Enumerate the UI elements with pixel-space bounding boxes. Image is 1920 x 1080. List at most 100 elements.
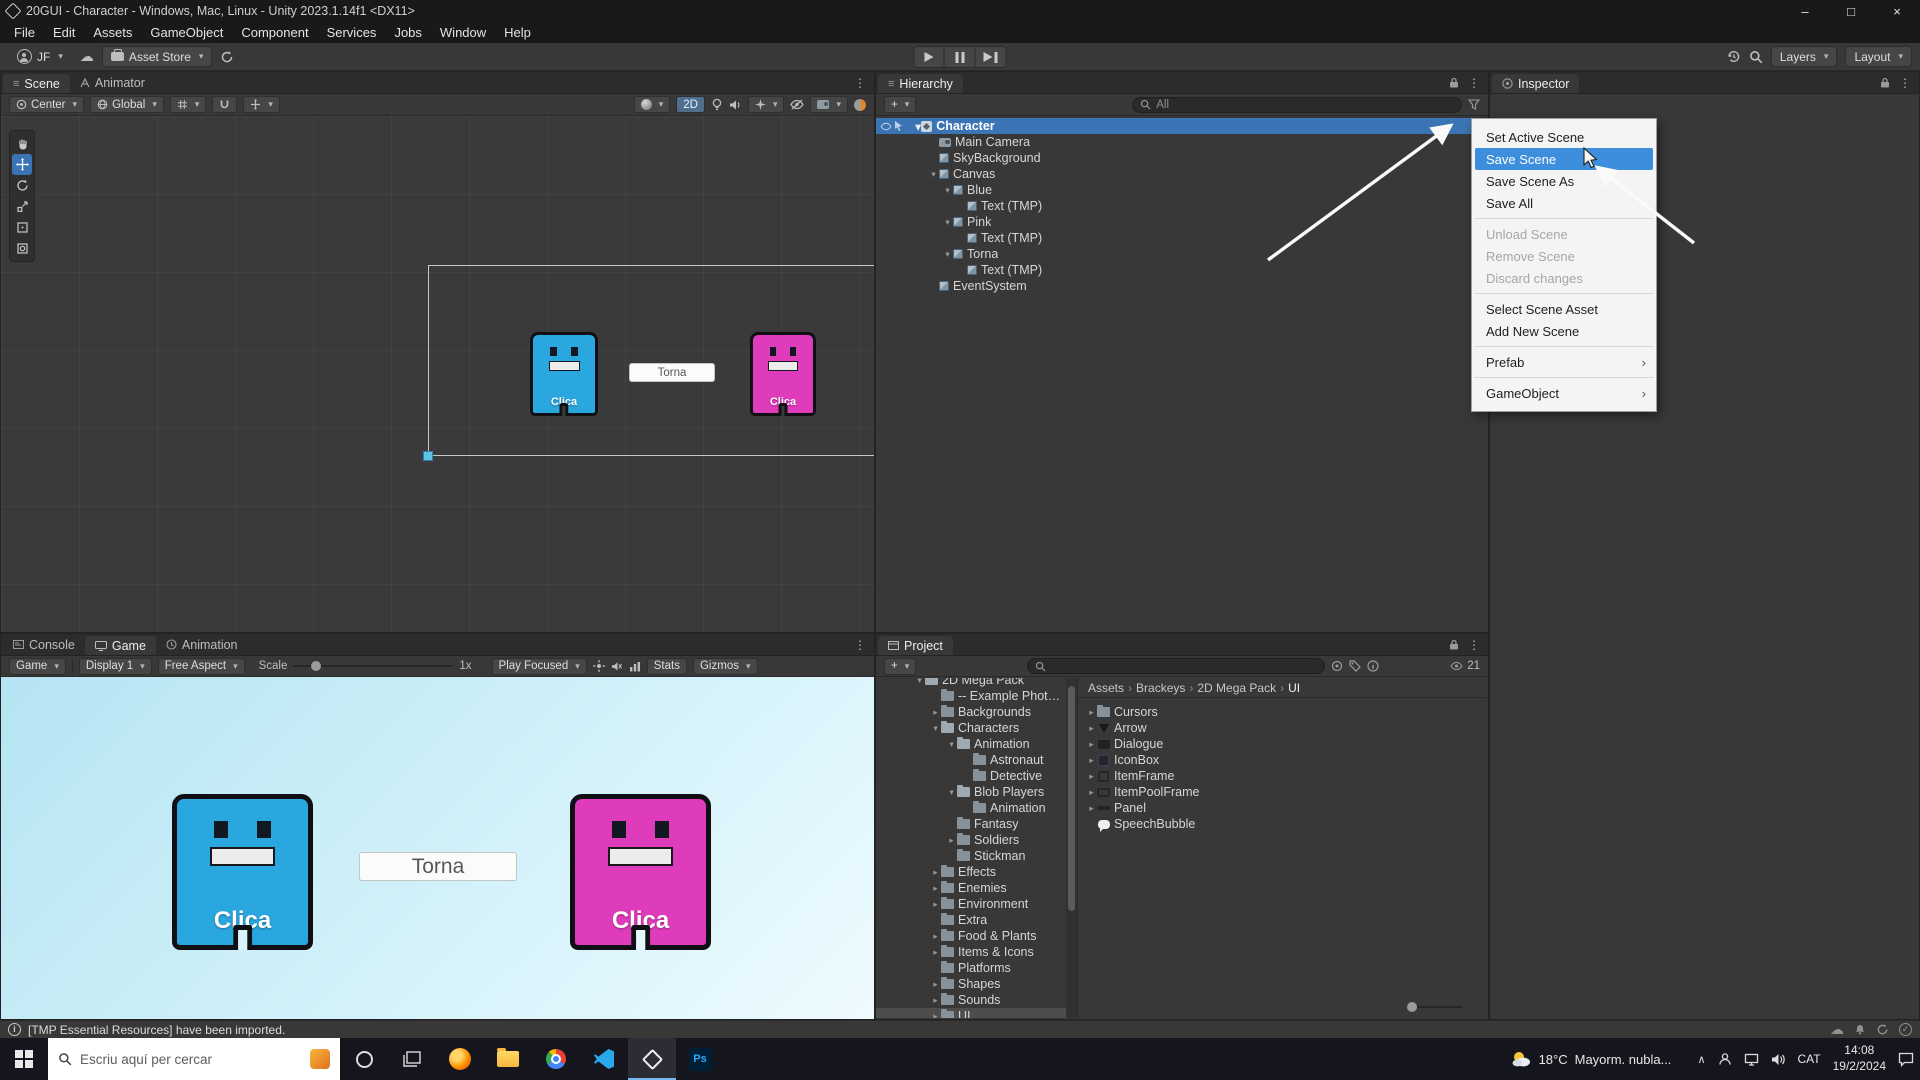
asset-iconbox[interactable]: ▸IconBox	[1086, 752, 1487, 768]
hierarchy-item-pink[interactable]: ▾Pink	[876, 214, 1488, 230]
play-button[interactable]	[914, 46, 945, 68]
menu-item-set-active-scene[interactable]: Set Active Scene	[1472, 126, 1656, 148]
asset-speechbubble[interactable]: SpeechBubble	[1086, 816, 1487, 832]
hierarchy-item-eventsystem[interactable]: EventSystem	[876, 278, 1488, 294]
search-filter-icon[interactable]	[1468, 99, 1480, 110]
tree-scrollbar[interactable]	[1066, 678, 1077, 1018]
folder-characters[interactable]: ▾Characters	[876, 720, 1066, 736]
task-view-button[interactable]	[388, 1038, 436, 1080]
search-highlight-icon[interactable]	[310, 1049, 330, 1069]
menu-item-save-scene-as[interactable]: Save Scene As	[1472, 170, 1656, 192]
search-by-label-icon[interactable]	[1349, 660, 1361, 672]
tool-handle-rotation-dropdown[interactable]: Global	[90, 96, 164, 113]
menu-item-prefab[interactable]: Prefab›	[1472, 351, 1656, 373]
folder-animation[interactable]: ▾Animation	[876, 736, 1066, 752]
gizmos-toggle-icon[interactable]	[854, 99, 866, 111]
folder-astronaut[interactable]: Astronaut	[876, 752, 1066, 768]
scene-header-row[interactable]: ▾ Character	[876, 118, 1488, 134]
menu-jobs[interactable]: Jobs	[385, 22, 430, 43]
search-by-type-icon[interactable]	[1331, 660, 1343, 672]
scale-slider[interactable]	[293, 665, 453, 667]
menu-assets[interactable]: Assets	[84, 22, 141, 43]
folder-stickman[interactable]: Stickman	[876, 848, 1066, 864]
tree-scrollbar-thumb[interactable]	[1068, 686, 1075, 911]
hierarchy-item-skybackground[interactable]: SkyBackground	[876, 150, 1488, 166]
asset-cursors[interactable]: ▸Cursors	[1086, 704, 1487, 720]
folder-2d-mega-pack[interactable]: ▾2D Mega Pack	[876, 678, 1066, 688]
snap-increment-button[interactable]	[212, 96, 237, 113]
draw-mode-dropdown[interactable]	[634, 96, 671, 113]
pause-button[interactable]	[945, 46, 976, 68]
search-icon[interactable]	[1749, 50, 1763, 64]
game-view-dropdown[interactable]: Game	[9, 658, 66, 675]
game-pink-character[interactable]: Clica	[570, 794, 711, 950]
cloud-icon[interactable]: ☁	[80, 48, 94, 65]
sync-icon[interactable]	[220, 50, 234, 64]
game-torna-button[interactable]: Torna	[359, 852, 517, 881]
mode-2d-button[interactable]: 2D	[676, 96, 705, 113]
inspector-menu-icon[interactable]: ⋮	[1899, 77, 1911, 89]
hidden-count-indicator[interactable]: 21	[1450, 660, 1480, 672]
gizmos-dropdown[interactable]: Gizmos	[693, 658, 758, 675]
hierarchy-item-main-camera[interactable]: Main Camera	[876, 134, 1488, 150]
folder-sounds[interactable]: ▸Sounds	[876, 992, 1066, 1008]
folder-fantasy[interactable]: Fantasy	[876, 816, 1066, 832]
folder-ui[interactable]: ▸UI	[876, 1008, 1066, 1018]
game-viewport[interactable]: Clica Torna Clica	[1, 677, 874, 1019]
vsync-icon[interactable]	[593, 660, 605, 672]
asset-panel[interactable]: ▸Panel	[1086, 800, 1487, 816]
menu-services[interactable]: Services	[318, 22, 386, 43]
undo-history-icon[interactable]	[1726, 49, 1741, 64]
scene-menu-icon[interactable]: ⋮	[854, 77, 866, 89]
metrics-icon[interactable]	[629, 661, 641, 672]
snap-settings-dropdown[interactable]	[243, 96, 280, 113]
menu-component[interactable]: Component	[232, 22, 317, 43]
scale-tool[interactable]	[12, 196, 32, 217]
aspect-ratio-dropdown[interactable]: Free Aspect	[158, 658, 245, 675]
taskbar-search[interactable]	[48, 1038, 340, 1080]
menu-item-gameobject[interactable]: GameObject›	[1472, 382, 1656, 404]
folder-detective[interactable]: Detective	[876, 768, 1066, 784]
transform-tool[interactable]	[12, 238, 32, 259]
hierarchy-item-text-tmp[interactable]: Text (TMP)	[876, 230, 1488, 246]
rotate-tool[interactable]	[12, 175, 32, 196]
folder-food-plants[interactable]: ▸Food & Plants	[876, 928, 1066, 944]
grid-snap-dropdown[interactable]	[170, 96, 207, 113]
display-dropdown[interactable]: Display 1	[79, 658, 152, 675]
asset-store-button[interactable]: Asset Store	[102, 46, 213, 67]
folder-enemies[interactable]: ▸Enemies	[876, 880, 1066, 896]
ready-status-icon[interactable]: ✓	[1899, 1023, 1912, 1036]
taskbar-search-input[interactable]	[80, 1052, 302, 1067]
folder-shapes[interactable]: ▸Shapes	[876, 976, 1066, 992]
notifications-icon[interactable]	[1854, 1023, 1866, 1036]
tab-animator[interactable]: Animator	[70, 72, 155, 93]
language-indicator[interactable]: CAT	[1798, 1052, 1821, 1066]
folder-soldiers[interactable]: ▸Soldiers	[876, 832, 1066, 848]
folder-animation-blob[interactable]: Animation	[876, 800, 1066, 816]
background-tasks-icon[interactable]	[1876, 1023, 1889, 1036]
folder-backgrounds[interactable]: ▸Backgrounds	[876, 704, 1066, 720]
status-message[interactable]: [TMP Essential Resources] have been impo…	[28, 1023, 285, 1037]
move-tool[interactable]	[12, 154, 32, 175]
people-icon[interactable]	[1718, 1052, 1732, 1066]
stats-button[interactable]: Stats	[647, 658, 687, 675]
crumb-assets[interactable]: Assets	[1088, 681, 1124, 695]
taskbar-app-photoshop[interactable]: Ps	[676, 1038, 724, 1080]
account-dropdown[interactable]: JF	[8, 46, 72, 67]
folder-items-icons[interactable]: ▸Items & Icons	[876, 944, 1066, 960]
close-button[interactable]: ×	[1874, 0, 1920, 22]
canvas-pivot-handle[interactable]	[423, 451, 433, 461]
layout-dropdown[interactable]: Layout	[1845, 46, 1912, 67]
menu-item-save-scene[interactable]: Save Scene	[1475, 148, 1653, 170]
start-button[interactable]	[0, 1038, 48, 1080]
add-asset-button[interactable]: +	[884, 658, 916, 675]
hierarchy-item-text-tmp[interactable]: Text (TMP)	[876, 262, 1488, 278]
menu-item-add-new-scene[interactable]: Add New Scene	[1472, 320, 1656, 342]
menu-file[interactable]: File	[5, 22, 44, 43]
mute-audio-icon[interactable]	[611, 661, 623, 672]
scene-torna-button[interactable]: Torna	[629, 363, 715, 382]
tab-game[interactable]: Game	[85, 636, 156, 655]
tab-inspector[interactable]: Inspector	[1492, 74, 1579, 93]
crumb-brackeys[interactable]: Brackeys	[1136, 681, 1185, 695]
lock-icon[interactable]	[1449, 77, 1459, 88]
